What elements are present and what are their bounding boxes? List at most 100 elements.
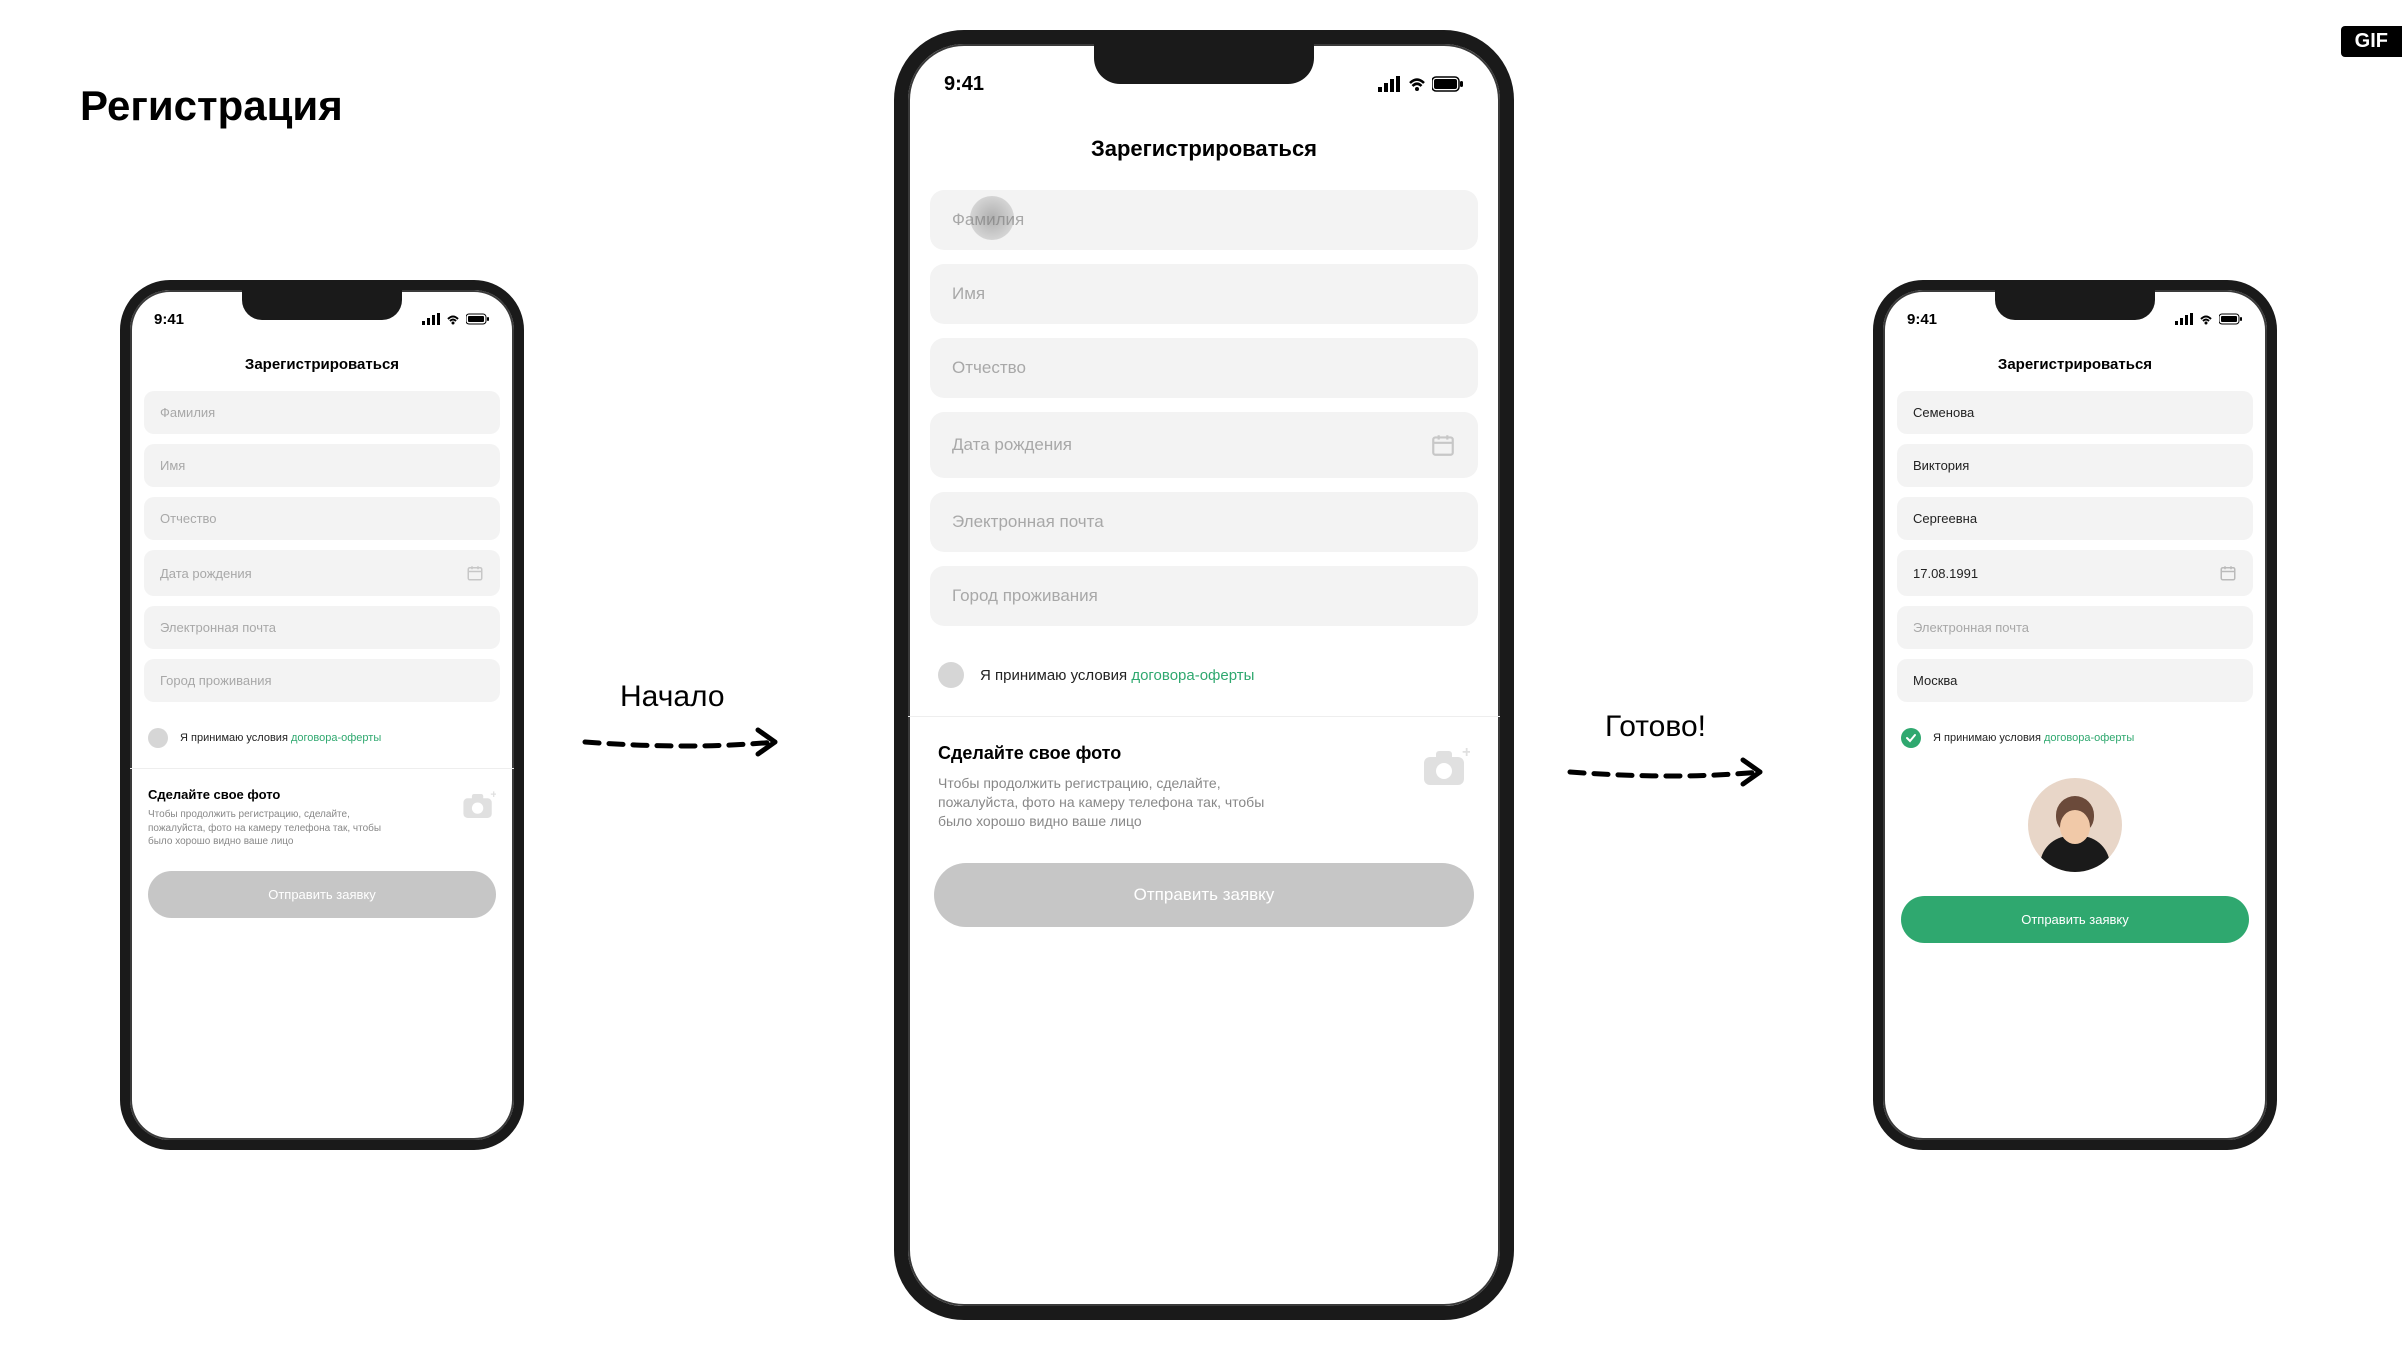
consent-text: Я принимаю условия договора-оферты (180, 732, 381, 744)
arrow-start: Начало (580, 680, 800, 762)
email-placeholder: Электронная почта (952, 512, 1104, 532)
signal-icon (422, 313, 440, 325)
consent-label: Я принимаю условия (180, 732, 291, 744)
surname-field[interactable]: Фамилия (930, 190, 1478, 250)
photo-desc: Чтобы продолжить регистрацию, сделайте, … (148, 808, 398, 849)
surname-placeholder: Фамилия (160, 405, 215, 420)
submit-button[interactable]: Отправить заявку (1901, 896, 2249, 943)
consent-row: Я принимаю условия договора-оферты (1897, 712, 2253, 768)
email-field[interactable]: Электронная почта (144, 606, 500, 649)
battery-icon (1432, 76, 1464, 92)
arrow-start-label: Начало (620, 680, 725, 714)
name-field[interactable]: Виктория (1897, 444, 2253, 487)
status-time: 9:41 (1907, 311, 1937, 328)
city-field[interactable]: Город проживания (930, 566, 1478, 626)
camera-add-icon[interactable]: + (1422, 747, 1470, 789)
patronymic-value: Сергеевна (1913, 511, 1977, 526)
notch (1995, 290, 2155, 320)
status-icons (422, 313, 490, 325)
photo-section: Сделайте свое фото Чтобы продолжить реги… (144, 769, 500, 865)
surname-field[interactable]: Фамилия (144, 391, 500, 434)
dob-placeholder: Дата рождения (160, 566, 252, 581)
name-placeholder: Имя (160, 458, 185, 473)
dob-field[interactable]: Дата рождения (144, 550, 500, 596)
status-time: 9:41 (154, 311, 184, 328)
email-placeholder: Электронная почта (160, 620, 276, 635)
notch (1094, 44, 1314, 84)
calendar-icon (2219, 564, 2237, 582)
signal-icon (1378, 76, 1402, 92)
registration-form: Фамилия Имя Отчество Дата рождения Элект… (130, 391, 514, 918)
patronymic-field[interactable]: Сергеевна (1897, 497, 2253, 540)
patronymic-field[interactable]: Отчество (930, 338, 1478, 398)
screen-title: Зарегистрироваться (908, 136, 1500, 162)
surname-placeholder: Фамилия (952, 210, 1024, 230)
registration-form: Фамилия Имя Отчество Дата рождения Элект… (908, 190, 1500, 927)
screen-title: Зарегистрироваться (130, 356, 514, 373)
email-field[interactable]: Электронная почта (1897, 606, 2253, 649)
consent-link[interactable]: договора-оферты (2044, 732, 2134, 744)
dob-field[interactable]: 17.08.1991 (1897, 550, 2253, 596)
screen-title: Зарегистрироваться (1883, 356, 2267, 373)
consent-row: Я принимаю условия договора-оферты (930, 640, 1478, 716)
consent-checkbox[interactable] (148, 728, 168, 748)
consent-link[interactable]: договора-оферты (291, 732, 381, 744)
volume-down-button (1510, 394, 1514, 484)
arrow-done-label: Готово! (1605, 710, 1706, 744)
city-value: Москва (1913, 673, 1957, 688)
email-field[interactable]: Электронная почта (930, 492, 1478, 552)
battery-icon (466, 313, 490, 325)
volume-up-button (1510, 284, 1514, 374)
consent-text: Я принимаю условия договора-оферты (980, 667, 1254, 684)
svg-text:+: + (490, 791, 496, 801)
calendar-icon (466, 564, 484, 582)
patronymic-field[interactable]: Отчество (144, 497, 500, 540)
photo-title: Сделайте свое фото (148, 787, 398, 802)
dob-placeholder: Дата рождения (952, 435, 1072, 455)
user-avatar[interactable] (2028, 778, 2122, 872)
consent-checkbox[interactable] (938, 662, 964, 688)
city-field[interactable]: Москва (1897, 659, 2253, 702)
email-value: Электронная почта (1913, 620, 2029, 635)
check-icon (1905, 732, 1917, 744)
dashed-arrow-icon (580, 722, 800, 762)
page-title: Регистрация (80, 82, 343, 130)
consent-label: Я принимаю условия (980, 667, 1131, 684)
status-icons (2175, 313, 2243, 325)
surname-field[interactable]: Семенова (1897, 391, 2253, 434)
city-placeholder: Город проживания (160, 673, 272, 688)
phone-filled: 9:41 Зарегистрироваться Семенова Виктори… (1873, 280, 2277, 1150)
signal-icon (2175, 313, 2193, 325)
battery-icon (2219, 313, 2243, 325)
arrow-done: Готово! (1565, 710, 1785, 792)
consent-checkbox[interactable] (1901, 728, 1921, 748)
phone-interacting: 9:41 Зарегистрироваться Фамилия Имя Отче… (894, 30, 1514, 1320)
status-time: 9:41 (944, 73, 984, 96)
consent-link[interactable]: договора-оферты (1131, 667, 1254, 684)
avatar-section (1897, 768, 2253, 890)
consent-text: Я принимаю условия договора-оферты (1933, 732, 2134, 744)
wifi-icon (445, 313, 461, 325)
notch (242, 290, 402, 320)
calendar-icon (1430, 432, 1456, 458)
surname-value: Семенова (1913, 405, 1974, 420)
name-placeholder: Имя (952, 284, 985, 304)
dob-value: 17.08.1991 (1913, 566, 1978, 581)
photo-title: Сделайте свое фото (938, 743, 1298, 764)
photo-desc: Чтобы продолжить регистрацию, сделайте, … (938, 774, 1298, 831)
consent-row: Я принимаю условия договора-оферты (144, 712, 500, 768)
svg-text:+: + (1462, 747, 1470, 761)
wifi-icon (1407, 76, 1427, 92)
city-field[interactable]: Город проживания (144, 659, 500, 702)
camera-add-icon[interactable]: + (462, 791, 496, 821)
name-field[interactable]: Имя (144, 444, 500, 487)
power-button (1510, 524, 1514, 664)
name-field[interactable]: Имя (930, 264, 1478, 324)
patronymic-placeholder: Отчество (160, 511, 217, 526)
wifi-icon (2198, 313, 2214, 325)
submit-button[interactable]: Отправить заявку (934, 863, 1474, 927)
phone-empty: 9:41 Зарегистрироваться Фамилия Имя Отче… (120, 280, 524, 1150)
submit-button[interactable]: Отправить заявку (148, 871, 496, 918)
patronymic-placeholder: Отчество (952, 358, 1026, 378)
dob-field[interactable]: Дата рождения (930, 412, 1478, 478)
